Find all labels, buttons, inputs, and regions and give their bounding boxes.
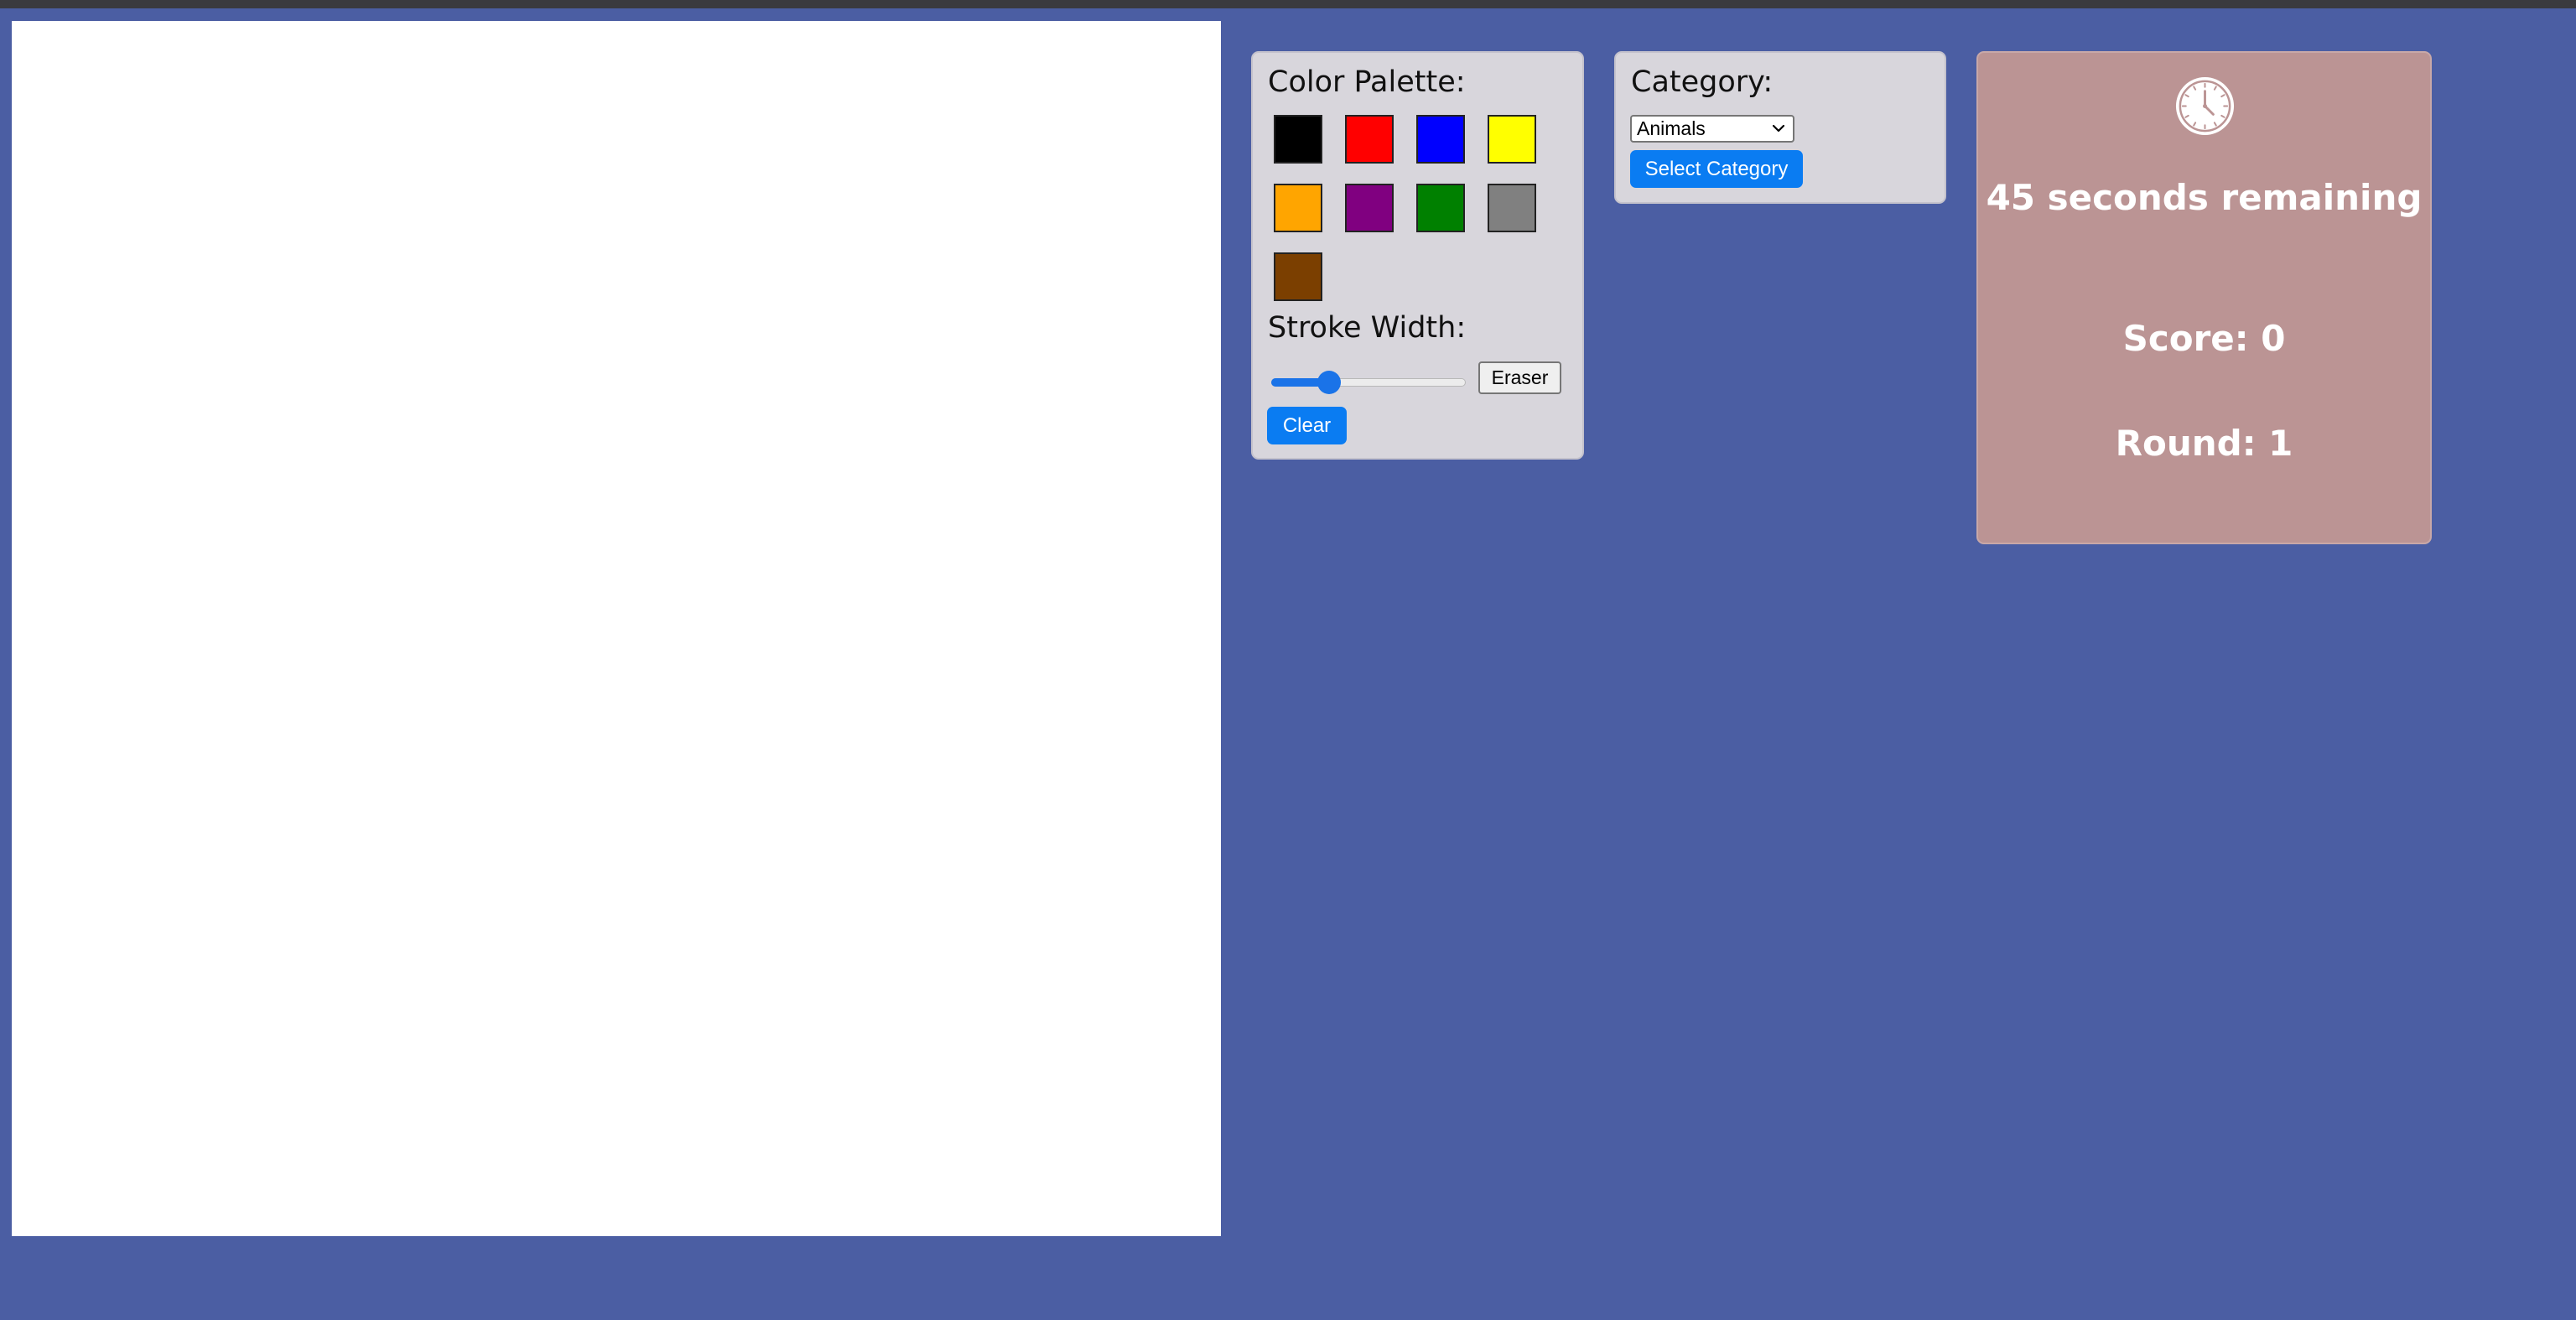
round-text: Round: 1 [2115,423,2293,464]
category-title: Category: [1631,65,1774,99]
drawing-canvas[interactable] [12,21,1221,1236]
score-text: Score: 0 [2122,318,2286,359]
select-category-button[interactable]: Select Category [1630,150,1803,188]
game-status-panel: 45 seconds remaining Score: 0 Round: 1 [1976,51,2432,544]
color-palette-title: Color Palette: [1268,65,1466,99]
color-swatch-green[interactable] [1416,184,1465,232]
color-swatch-black[interactable] [1274,115,1322,164]
category-select[interactable]: Animals [1630,115,1794,143]
clock-icon [2175,76,2235,136]
color-swatch-purple[interactable] [1345,184,1394,232]
color-swatch-blue[interactable] [1416,115,1465,164]
slider-thumb[interactable] [1317,371,1342,394]
stroke-width-title: Stroke Width: [1268,311,1467,345]
timer-text: 45 seconds remaining [1986,177,2423,218]
color-swatch-yellow[interactable] [1488,115,1536,164]
color-swatch-brown[interactable] [1274,252,1322,301]
eraser-button[interactable]: Eraser [1478,361,1561,394]
browser-top-bar [0,0,2576,8]
tools-panel: Color Palette: Stroke Width: Eraser Clea… [1251,51,1584,460]
stroke-width-slider[interactable] [1271,364,1466,401]
color-swatch-red[interactable] [1345,115,1394,164]
chevron-down-icon [1772,124,1785,133]
category-panel: Category: Animals Select Category [1614,51,1946,204]
clear-button[interactable]: Clear [1267,407,1347,444]
category-select-value: Animals [1637,117,1706,139]
color-swatch-orange[interactable] [1274,184,1322,232]
color-swatch-gray[interactable] [1488,184,1536,232]
